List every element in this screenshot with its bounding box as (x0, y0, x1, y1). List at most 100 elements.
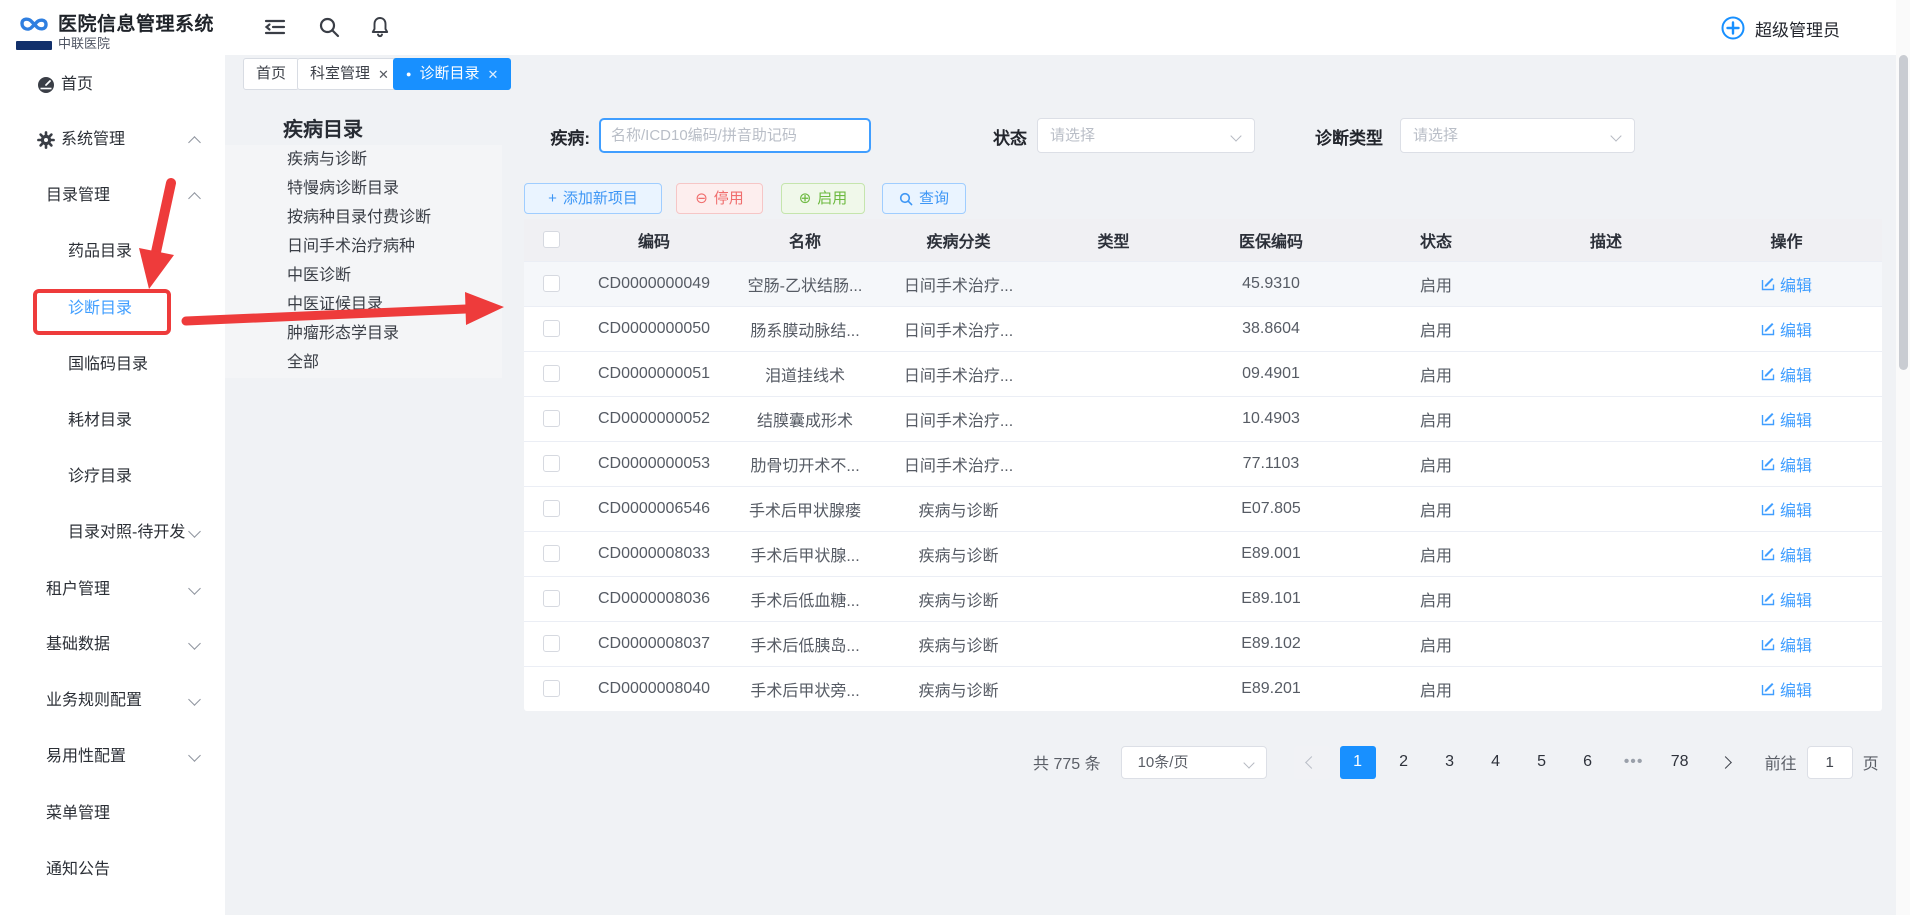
tab-dept-mgmt[interactable]: 科室管理 ✕ (297, 58, 402, 90)
disable-button[interactable]: ⊖ 停用 (676, 183, 763, 214)
row-checkbox[interactable] (543, 545, 560, 562)
disease-search-input[interactable] (599, 118, 871, 153)
catalog-item[interactable]: 疾病与诊断 (225, 145, 502, 174)
sidebar-item-notice[interactable]: 通知公告 (0, 850, 225, 890)
sidebar-item-tenant-mgmt[interactable]: 租户管理 (0, 570, 225, 610)
table-row[interactable]: CD0000000052 结膜囊成形术 日间手术治疗... 10.4903 启用… (524, 396, 1882, 441)
sidebar-item-menu-mgmt[interactable]: 菜单管理 (0, 794, 225, 834)
close-icon[interactable]: ✕ (487, 68, 498, 81)
table-row[interactable]: CD0000000051 泪道挂线术 日间手术治疗... 09.4901 启用 … (524, 351, 1882, 396)
tab-label: 诊断目录 (419, 59, 479, 89)
user-menu[interactable]: 超级管理员 (1720, 13, 1840, 43)
sidebar-item-diagnosis-catalog[interactable]: 诊断目录 (0, 289, 225, 329)
bell-icon[interactable] (368, 15, 392, 39)
catalog-item[interactable]: 中医证候目录 (225, 290, 502, 319)
cell-type (1036, 666, 1191, 711)
page-button-6[interactable]: 6 (1570, 746, 1606, 779)
enable-button[interactable]: ⊕ 启用 (781, 183, 865, 214)
page-button-4[interactable]: 4 (1478, 746, 1514, 779)
cell-desc (1521, 486, 1691, 531)
catalog-item[interactable]: 中医诊断 (225, 261, 502, 290)
add-item-button-label: 添加新项目 (563, 184, 638, 213)
row-checkbox[interactable] (543, 410, 560, 427)
edit-button[interactable]: 编辑 (1761, 632, 1812, 656)
edit-button[interactable]: 编辑 (1761, 497, 1812, 521)
cell-status: 启用 (1351, 396, 1521, 441)
close-icon[interactable]: ✕ (378, 68, 389, 81)
sidebar-item-consumable-catalog[interactable]: 耗材目录 (0, 401, 225, 441)
sidebar-item-catalog-mapping[interactable]: 目录对照-待开发 (0, 513, 225, 553)
row-checkbox[interactable] (543, 365, 560, 382)
edit-button[interactable]: 编辑 (1761, 542, 1812, 566)
catalog-item[interactable]: 肿瘤形态学目录 (225, 319, 502, 348)
table-row[interactable]: CD0000000049 空肠-乙状结肠... 日间手术治疗... 45.931… (524, 261, 1882, 306)
prev-page-button[interactable] (1294, 746, 1330, 779)
page-button-5[interactable]: 5 (1524, 746, 1560, 779)
page-button-1[interactable]: 1 (1340, 746, 1376, 779)
table-row[interactable]: CD0000000050 肠系膜动脉结... 日间手术治疗... 38.8604… (524, 306, 1882, 351)
row-checkbox[interactable] (543, 635, 560, 652)
table-row[interactable]: CD0000006546 手术后甲状腺瘘 疾病与诊断 E07.805 启用 编辑 (524, 486, 1882, 531)
cell-category: 疾病与诊断 (881, 531, 1036, 576)
page-button-last[interactable]: 78 (1662, 746, 1698, 779)
page-button-3[interactable]: 3 (1432, 746, 1468, 779)
page-size-select[interactable]: 10条/页 (1121, 746, 1267, 779)
row-checkbox[interactable] (543, 275, 560, 292)
cell-insurance-code: E89.101 (1191, 576, 1351, 621)
edit-button[interactable]: 编辑 (1761, 452, 1812, 476)
edit-button[interactable]: 编辑 (1761, 677, 1812, 701)
row-checkbox[interactable] (543, 500, 560, 517)
diagnosis-type-select[interactable]: 请选择 (1400, 118, 1635, 153)
sidebar-item-label: 药品目录 (0, 232, 225, 272)
row-checkbox[interactable] (543, 455, 560, 472)
catalog-item[interactable]: 按病种目录付费诊断 (225, 203, 502, 232)
tab-home[interactable]: 首页 (243, 58, 299, 90)
hospital-admin-page: 医院信息管理系统 中联医院 首页 系统管理 目 (0, 0, 1910, 915)
row-checkbox[interactable] (543, 680, 560, 697)
tab-label: 首页 (256, 59, 286, 89)
catalog-item[interactable]: 全部 (225, 348, 502, 377)
catalog-list: 疾病与诊断 特慢病诊断目录 按病种目录付费诊断 日间手术治疗病种 中医诊断 中医… (225, 145, 502, 378)
column-header: 名称 (729, 219, 881, 261)
app-logo[interactable]: 医院信息管理系统 中联医院 (0, 0, 225, 60)
sidebar-item-drug-catalog[interactable]: 药品目录 (0, 232, 225, 272)
search-icon[interactable] (317, 15, 341, 39)
page-button-2[interactable]: 2 (1386, 746, 1422, 779)
scrollbar-thumb[interactable] (1899, 55, 1908, 370)
sidebar-item-business-rules[interactable]: 业务规则配置 (0, 681, 225, 721)
cell-desc (1521, 261, 1691, 306)
edit-button[interactable]: 编辑 (1761, 272, 1812, 296)
column-header: 描述 (1521, 219, 1691, 261)
table-row[interactable]: CD0000008036 手术后低血糖... 疾病与诊断 E89.101 启用 … (524, 576, 1882, 621)
sidebar-item-national-code-catalog[interactable]: 国临码目录 (0, 345, 225, 385)
menu-collapse-icon[interactable] (263, 15, 287, 39)
edit-button[interactable]: 编辑 (1761, 362, 1812, 386)
add-item-button[interactable]: + 添加新项目 (524, 183, 662, 214)
sidebar-item-base-data[interactable]: 基础数据 (0, 625, 225, 665)
goto-label: 前往 (1765, 750, 1797, 774)
select-all-checkbox[interactable] (543, 231, 560, 248)
table-row[interactable]: CD0000008040 手术后甲状旁... 疾病与诊断 E89.201 启用 … (524, 666, 1882, 711)
row-checkbox[interactable] (543, 590, 560, 607)
sidebar-item-home[interactable]: 首页 (0, 65, 225, 105)
table-row[interactable]: CD0000008037 手术后低胰岛... 疾病与诊断 E89.102 启用 … (524, 621, 1882, 666)
query-button[interactable]: 查询 (882, 183, 966, 214)
edit-button[interactable]: 编辑 (1761, 407, 1812, 431)
table-row[interactable]: CD0000000053 肋骨切开术不... 日间手术治疗... 77.1103… (524, 441, 1882, 486)
catalog-item[interactable]: 特慢病诊断目录 (225, 174, 502, 203)
next-page-button[interactable] (1708, 746, 1744, 779)
table-row[interactable]: CD0000008033 手术后甲状腺... 疾病与诊断 E89.001 启用 … (524, 531, 1882, 576)
tab-diagnosis-catalog[interactable]: ● 诊断目录 ✕ (393, 58, 511, 90)
sidebar-item-system-mgmt[interactable]: 系统管理 (0, 120, 225, 160)
more-pages-icon[interactable]: ••• (1616, 746, 1652, 779)
status-select[interactable]: 请选择 (1037, 118, 1255, 153)
sidebar-item-treatment-catalog[interactable]: 诊疗目录 (0, 457, 225, 497)
goto-page-input[interactable] (1807, 746, 1853, 779)
catalog-item[interactable]: 日间手术治疗病种 (225, 232, 502, 261)
edit-button-label: 编辑 (1780, 542, 1812, 566)
edit-button[interactable]: 编辑 (1761, 317, 1812, 341)
edit-button[interactable]: 编辑 (1761, 587, 1812, 611)
sidebar-item-usability-config[interactable]: 易用性配置 (0, 737, 225, 777)
row-checkbox[interactable] (543, 320, 560, 337)
sidebar-item-catalog-mgmt[interactable]: 目录管理 (0, 176, 225, 216)
